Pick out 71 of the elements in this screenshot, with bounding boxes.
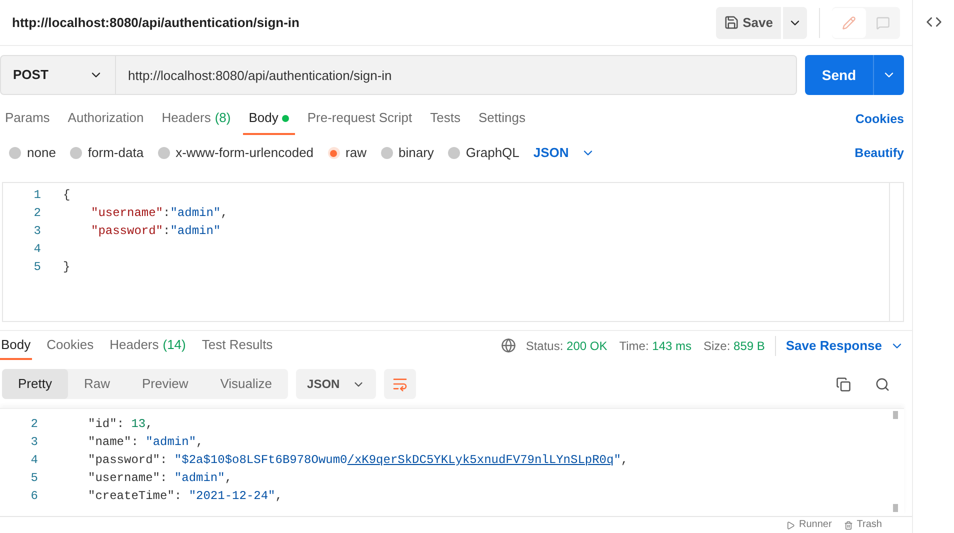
save-options-button[interactable] bbox=[783, 6, 807, 38]
line-number: 5 bbox=[30, 470, 38, 487]
view-mode-tab[interactable]: Visualize bbox=[204, 369, 288, 399]
line-number: 3 bbox=[30, 434, 38, 451]
code-line: "name": "admin", bbox=[87, 434, 204, 451]
save-response-button[interactable]: Save Response bbox=[786, 336, 904, 356]
code-line: "username": "admin", bbox=[87, 470, 232, 487]
scrollbar-thumb[interactable] bbox=[893, 504, 898, 512]
status-text: Status: 200 OK bbox=[526, 338, 608, 354]
view-mode-tab[interactable]: Preview bbox=[126, 369, 204, 399]
request-tab[interactable]: Tests bbox=[424, 103, 466, 135]
request-tab[interactable]: Headers (8) bbox=[156, 103, 237, 135]
url-field[interactable]: http://localhost:8080/api/authentication/sign-in bbox=[116, 55, 797, 95]
code-line: "username":"admin", bbox=[90, 205, 228, 222]
line-number: 4 bbox=[32, 241, 41, 258]
body-type-radio[interactable]: form-data bbox=[70, 143, 144, 163]
view-mode-tab[interactable]: Pretty bbox=[2, 369, 68, 399]
view-mode-tab[interactable]: Raw bbox=[68, 369, 126, 399]
search-icon[interactable] bbox=[875, 376, 890, 392]
save-button[interactable]: Save bbox=[716, 6, 781, 38]
edit-button[interactable] bbox=[832, 8, 866, 38]
footer-button[interactable]: Trash bbox=[844, 520, 882, 530]
format-dropdown[interactable]: JSON bbox=[533, 143, 595, 163]
footer-button[interactable]: Runner bbox=[786, 520, 832, 530]
wrap-lines-button[interactable] bbox=[384, 369, 416, 399]
line-number: 3 bbox=[32, 223, 41, 240]
request-tab[interactable]: Params bbox=[0, 103, 56, 135]
send-button[interactable]: Send bbox=[805, 55, 873, 95]
response-tab[interactable]: Body bbox=[0, 332, 32, 360]
time-text: Time: 143 ms bbox=[619, 338, 692, 354]
response-tab[interactable]: Cookies bbox=[46, 332, 95, 360]
pencil-icon bbox=[842, 16, 856, 30]
response-format-dropdown[interactable]: JSON bbox=[296, 369, 376, 399]
line-number: 1 bbox=[32, 187, 41, 204]
response-tab[interactable]: Headers (14) bbox=[108, 332, 187, 360]
body-type-radio[interactable]: raw bbox=[328, 143, 366, 163]
request-tab[interactable]: Settings bbox=[472, 103, 532, 135]
trash-icon bbox=[844, 520, 853, 530]
line-number: 5 bbox=[32, 259, 41, 276]
body-type-radio[interactable]: x-www-form-urlencoded bbox=[158, 143, 314, 163]
line-number: 2 bbox=[30, 416, 38, 433]
response-tab[interactable]: Test Results bbox=[200, 332, 274, 360]
size-text: Size: 859 B bbox=[704, 338, 765, 354]
method-dropdown[interactable]: POST bbox=[0, 55, 116, 95]
code-line: { bbox=[63, 187, 70, 204]
request-tab[interactable]: Body bbox=[242, 103, 296, 135]
request-tab[interactable]: Pre-request Script bbox=[301, 103, 418, 135]
wrap-icon bbox=[392, 376, 408, 392]
line-number: 6 bbox=[30, 488, 38, 505]
copy-icon[interactable] bbox=[836, 376, 851, 392]
scrollbar-thumb[interactable] bbox=[893, 411, 898, 419]
line-number: 4 bbox=[30, 452, 38, 469]
send-options-button[interactable] bbox=[873, 55, 904, 95]
request-title: http://localhost:8080/api/authentication/sign-in bbox=[12, 14, 300, 32]
globe-icon bbox=[500, 338, 516, 353]
play-icon bbox=[786, 520, 795, 530]
request-tab[interactable]: Authorization bbox=[62, 103, 150, 135]
comment-icon bbox=[876, 16, 890, 30]
body-type-radio[interactable]: binary bbox=[380, 143, 434, 163]
code-line: "id": 13, bbox=[87, 416, 153, 433]
code-line: } bbox=[63, 259, 70, 276]
line-number: 2 bbox=[32, 205, 41, 222]
code-line: "password": "$2a$10$o8LSFt6B978Owum0/xK9qerSkDC5YKLyk5xnudFV79nlLYnSLpR0q", bbox=[87, 452, 628, 469]
beautify-link[interactable]: Beautify bbox=[854, 144, 904, 162]
code-line: "createTime": "2021-12-24", bbox=[87, 488, 282, 505]
code-line: "password":"admin" bbox=[90, 223, 221, 240]
cookies-link[interactable]: Cookies bbox=[855, 110, 904, 128]
body-type-radio[interactable]: none bbox=[9, 143, 56, 163]
save-icon bbox=[724, 15, 739, 30]
code-editor[interactable]: 1 { 2 "username":"admin", 3 "password":"admin" 4 5 } bbox=[2, 182, 904, 322]
body-type-radio[interactable]: GraphQL bbox=[448, 143, 520, 163]
